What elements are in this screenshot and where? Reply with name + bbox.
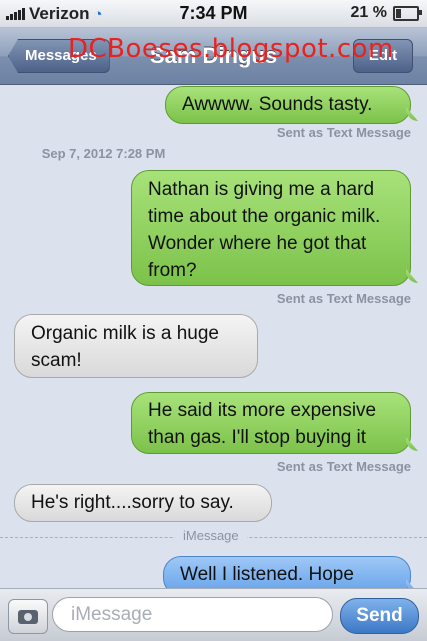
watermark-text: DCBoeses.blogspot.com [68, 34, 394, 64]
delivery-status: Sent as Text Message [276, 125, 411, 140]
timestamp: Sep 7, 2012 7:28 PM [41, 146, 166, 161]
camera-button[interactable] [8, 599, 48, 634]
delivery-status: Sent as Text Message [276, 291, 411, 306]
send-button[interactable]: Send [340, 598, 419, 634]
camera-icon [18, 610, 38, 624]
compose-bar: iMessage Send [0, 588, 427, 641]
delivery-status: Sent as Text Message [276, 459, 411, 474]
battery-percent: 21 % [350, 4, 387, 21]
sent-message[interactable]: Awwww. Sounds tasty. [165, 86, 411, 124]
received-message[interactable]: Organic milk is a huge scam! [14, 314, 258, 378]
battery-icon [393, 5, 422, 21]
sent-message[interactable]: Nathan is giving me a hard time about th… [131, 170, 411, 286]
sent-message[interactable]: He said its more expensive than gas. I'l… [131, 392, 411, 454]
status-bar: Verizon ◔ 7:34 PM 21 % [0, 0, 427, 28]
message-input[interactable]: iMessage [52, 597, 333, 632]
battery-info: 21 % [350, 4, 422, 22]
imessage-divider-label: iMessage [175, 528, 247, 543]
received-message[interactable]: He's right....sorry to say. [14, 484, 272, 522]
